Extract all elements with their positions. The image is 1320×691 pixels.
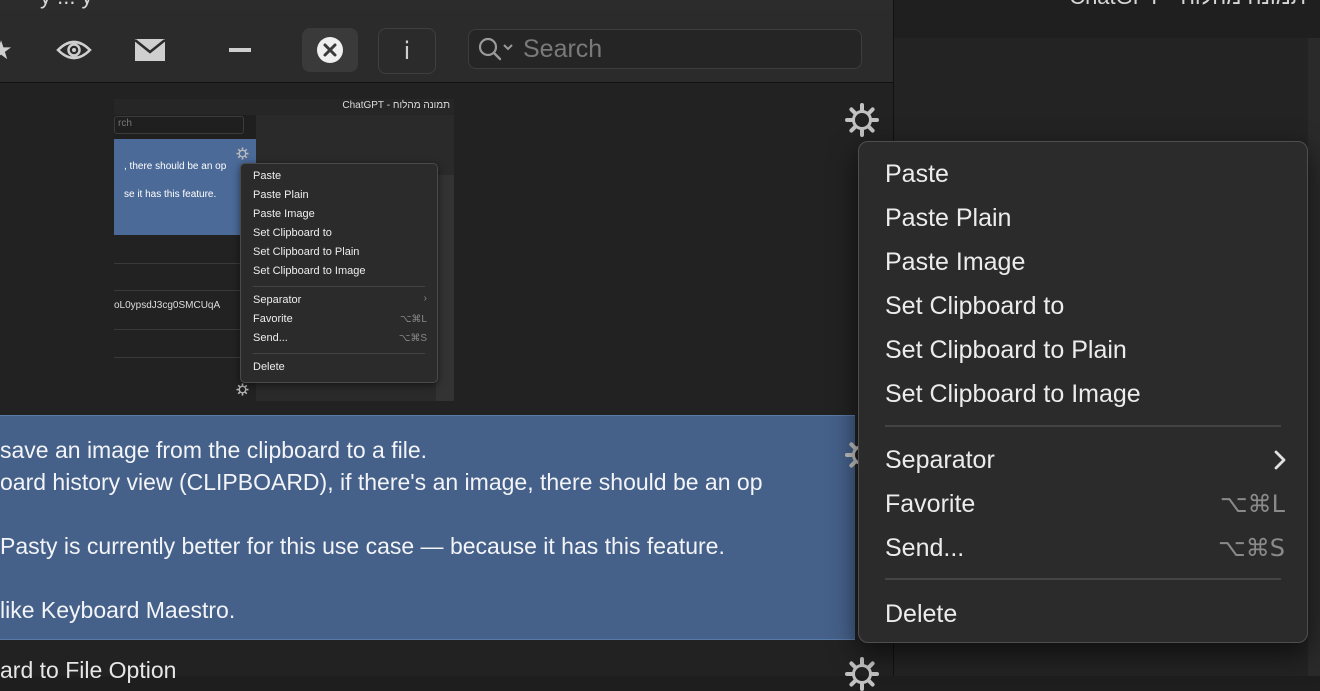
info-button[interactable]: i [378, 28, 436, 74]
thumb-menu-set-clipboard-image: Set Clipboard to Image [253, 265, 366, 277]
thumb-menu-chevron: › [423, 293, 427, 304]
thumbnail-title-bar: תמונה מהלוח - ChatGPT [114, 99, 454, 115]
menu-item-favorite[interactable]: Favorite ⌥⌘L [885, 484, 1285, 524]
keyboard-shortcut: ⌥⌘L [1219, 490, 1285, 518]
menu-item-label: Paste Image [885, 248, 1026, 276]
search-icon [478, 37, 513, 61]
thumb-menu-divider [253, 286, 425, 287]
item-text-line: like Keyboard Maestro. [0, 597, 236, 623]
item-text-line: oard history view (CLIPBOARD), if there'… [0, 469, 763, 495]
thumbnail-selected-line-2: se it has this feature. [124, 189, 217, 200]
thumb-menu-paste-image: Paste Image [253, 208, 315, 220]
next-item-title[interactable]: ard to File Option [0, 657, 176, 684]
menu-item-set-clipboard-image[interactable]: Set Clipboard to Image [885, 374, 1285, 414]
menu-item-send[interactable]: Send... ⌥⌘S [885, 528, 1285, 568]
star-icon[interactable]: ★ [0, 30, 16, 70]
gear-icon[interactable] [845, 657, 879, 691]
menu-divider [885, 578, 1281, 580]
keyboard-shortcut: ⌥⌘S [1218, 534, 1285, 562]
selected-clipboard-item[interactable]: save an image from the clipboard to a fi… [0, 415, 855, 640]
menu-item-label: Separator [885, 446, 995, 474]
thumb-menu-paste: Paste [253, 170, 282, 182]
thumb-menu-delete: Delete [253, 361, 285, 373]
window-title: y ... y [40, 0, 93, 10]
menu-item-set-clipboard-plain[interactable]: Set Clipboard to Plain [885, 330, 1285, 370]
background-window-title: תמונה מהלוח - ChatGPT [1069, 0, 1306, 10]
thumbnail-row-divider [114, 263, 256, 264]
menu-item-separator[interactable]: Separator [885, 440, 1286, 480]
thumb-menu-send-shortcut: ⌥⌘S [398, 333, 427, 344]
menu-item-label: Set Clipboard to Plain [885, 336, 1127, 364]
menu-item-paste-image[interactable]: Paste Image [885, 242, 1285, 282]
gear-icon [236, 147, 249, 160]
thumb-menu-divider [253, 353, 425, 354]
close-circle-icon [317, 37, 343, 63]
chevron-right-icon [1274, 450, 1286, 470]
thumbnail-code-text: oL0ypsdJ3cg0SMCUqA [114, 300, 221, 311]
thumb-menu-favorite-shortcut: ⌥⌘L [399, 314, 427, 325]
thumbnail-selected-row: , there should be an op se it has this f… [114, 139, 256, 235]
menu-item-paste[interactable]: Paste [885, 154, 1285, 194]
gear-icon[interactable] [845, 103, 879, 137]
search-input[interactable] [521, 34, 845, 64]
clipboard-history-list: תמונה מהלוח - ChatGPT rch , there should… [0, 83, 893, 691]
menu-item-label: Send... [885, 534, 965, 562]
thumb-menu-set-clipboard: Set Clipboard to [253, 227, 332, 239]
image-thumbnail[interactable]: תמונה מהלוח - ChatGPT rch , there should… [114, 99, 454, 401]
menu-item-label: Paste Plain [885, 204, 1012, 232]
toolbar: ★ i [0, 10, 893, 83]
context-menu: Paste Paste Plain Paste Image Set Clipbo… [858, 141, 1308, 643]
thumbnail-row-divider [114, 290, 256, 291]
window-title-bar: y ... y [0, 0, 893, 10]
thumbnail-context-menu: Paste Paste Plain Paste Image Set Clipbo… [240, 163, 438, 383]
menu-item-label: Set Clipboard to Image [885, 380, 1141, 408]
menu-item-label: Favorite [885, 490, 976, 518]
menu-item-delete[interactable]: Delete [885, 594, 1285, 634]
menu-item-label: Set Clipboard to [885, 292, 1065, 320]
menu-divider [885, 425, 1281, 427]
envelope-icon[interactable] [130, 30, 170, 70]
thumbnail-search: rch [114, 116, 244, 134]
search-field[interactable] [468, 29, 862, 69]
scrollbar[interactable] [1308, 38, 1320, 676]
thumbnail-search-text: rch [118, 118, 132, 129]
menu-item-label: Paste [885, 160, 949, 188]
close-circle-button[interactable] [302, 28, 358, 72]
eye-icon[interactable] [54, 30, 94, 70]
thumb-menu-send: Send... [253, 332, 288, 344]
minus-icon[interactable] [220, 30, 260, 70]
item-text-line: save an image from the clipboard to a fi… [0, 437, 428, 463]
gear-icon [236, 383, 249, 396]
thumbnail-selected-line-1: , there should be an op [124, 161, 227, 172]
menu-item-set-clipboard[interactable]: Set Clipboard to [885, 286, 1285, 326]
thumb-menu-separator: Separator [253, 294, 302, 306]
info-icon: i [403, 37, 411, 65]
clipboard-manager-window: y ... y ★ i תמונה מהלוח - ChatGPT [0, 0, 894, 691]
thumbnail-title: תמונה מהלוח - ChatGPT [342, 100, 450, 111]
thumb-menu-favorite: Favorite [253, 313, 293, 325]
thumbnail-row-divider [114, 329, 256, 330]
thumb-menu-paste-plain: Paste Plain [253, 189, 309, 201]
item-text-line: Pasty is currently better for this use c… [0, 533, 725, 559]
thumb-menu-set-clipboard-plain: Set Clipboard to Plain [253, 246, 360, 258]
menu-item-paste-plain[interactable]: Paste Plain [885, 198, 1285, 238]
menu-item-label: Delete [885, 600, 958, 628]
thumbnail-row-divider [114, 357, 256, 358]
